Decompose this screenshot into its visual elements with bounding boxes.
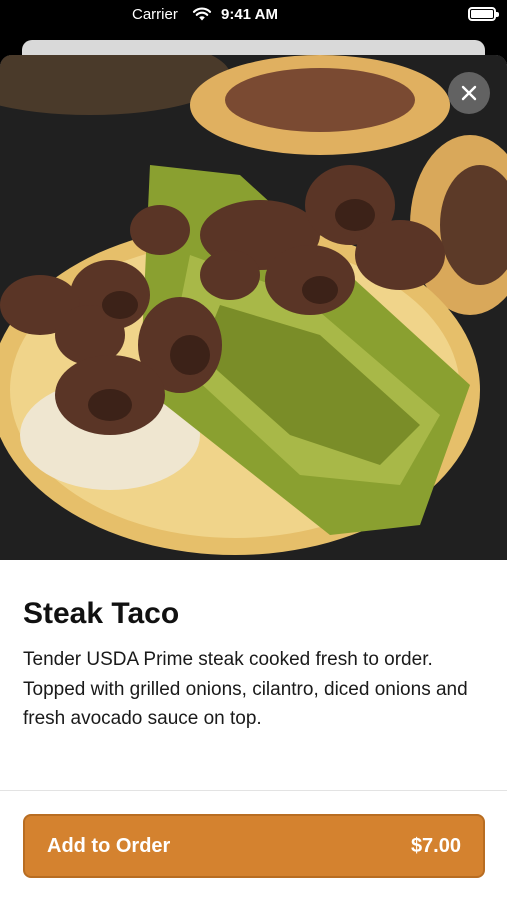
clock: 9:41 AM	[221, 6, 278, 23]
divider	[0, 790, 507, 791]
battery-icon	[468, 7, 499, 21]
close-button[interactable]	[448, 72, 490, 114]
add-to-order-button[interactable]: Add to Order $7.00	[23, 814, 485, 878]
item-detail-sheet: Steak Taco Tender USDA Prime steak cooke…	[0, 55, 507, 900]
status-bar: Carrier 9:41 AM	[0, 0, 507, 30]
wifi-icon	[192, 7, 212, 21]
item-description: Tender USDA Prime steak cooked fresh to …	[23, 649, 468, 729]
carrier-label: Carrier	[132, 6, 178, 23]
close-icon	[461, 85, 477, 101]
item-price: $7.00	[410, 835, 461, 857]
item-title: Steak Taco	[23, 597, 180, 630]
food-photo	[0, 55, 507, 560]
add-to-order-label: Add to Order	[47, 835, 171, 857]
